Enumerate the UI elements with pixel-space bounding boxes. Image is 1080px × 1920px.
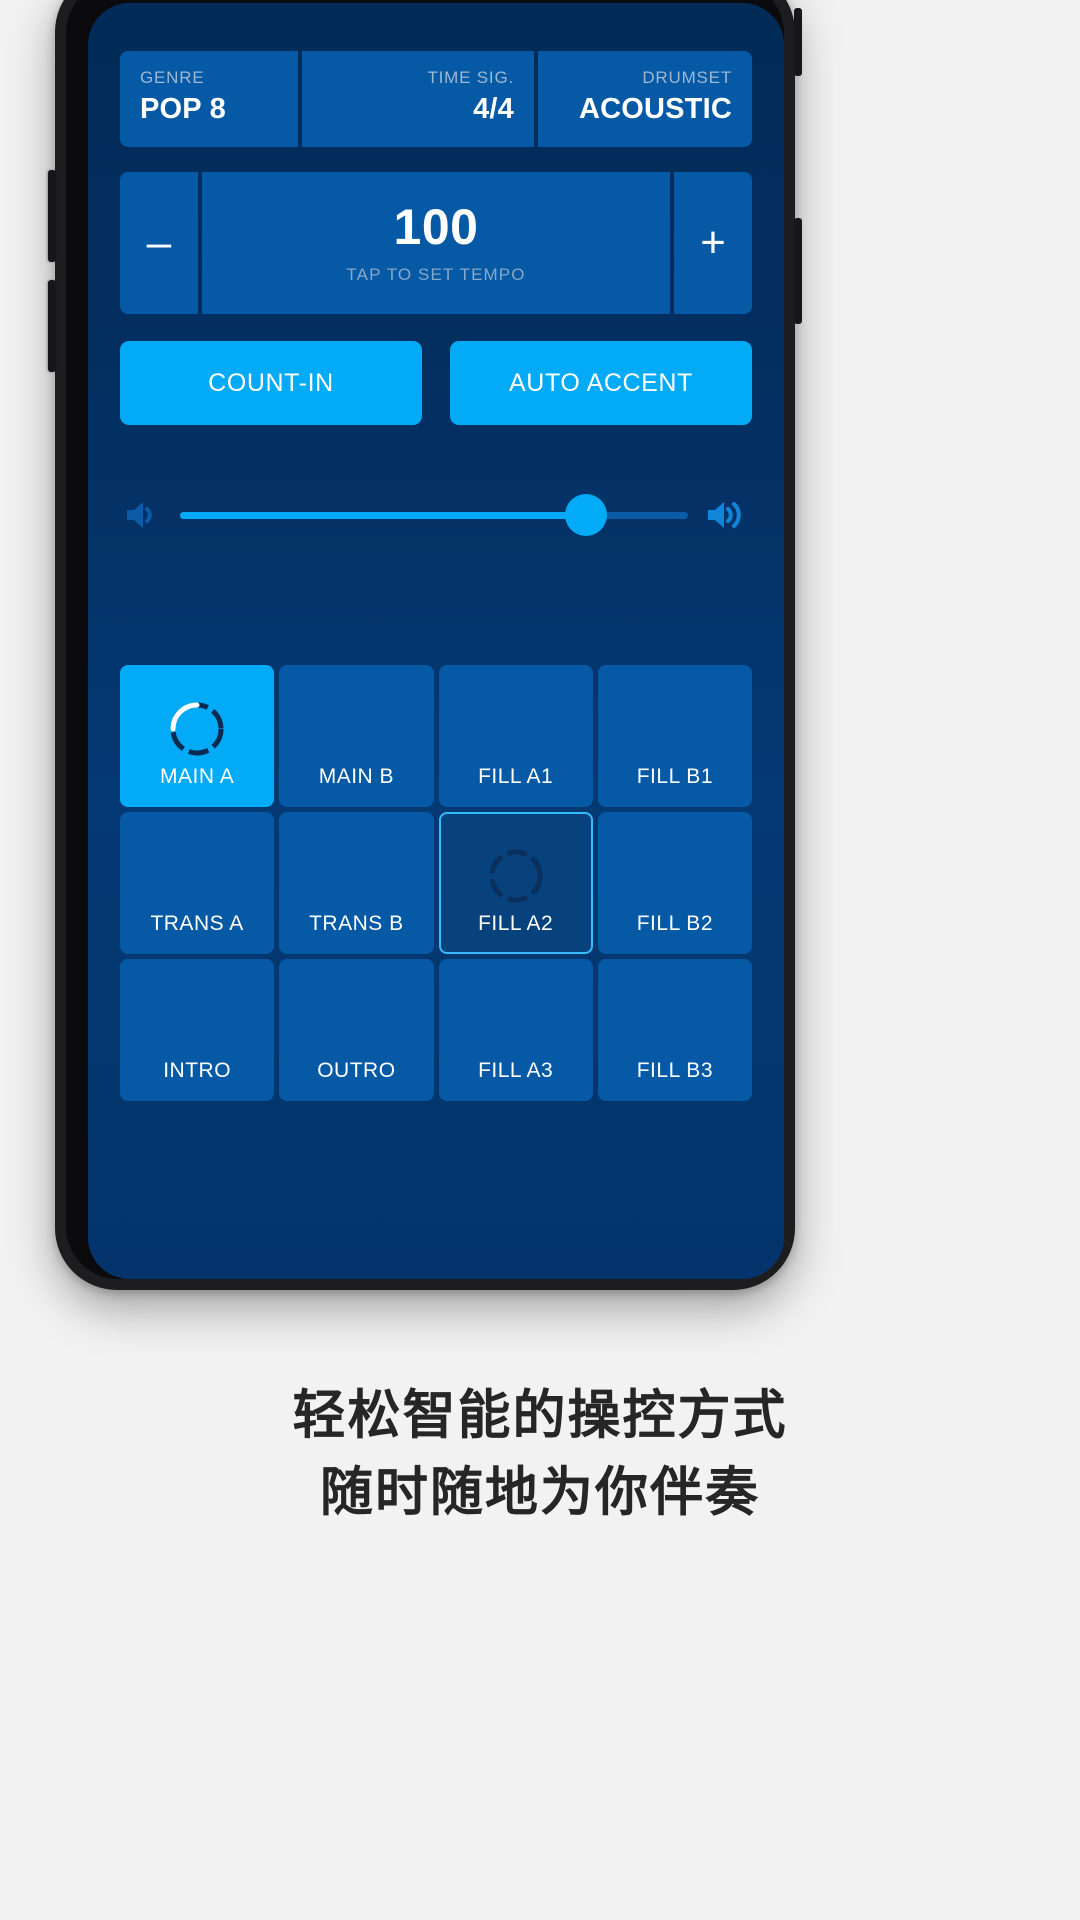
pad-fill-a2[interactable]: FILL A2 bbox=[438, 812, 593, 954]
auto-accent-button[interactable]: AUTO ACCENT bbox=[450, 341, 752, 425]
drumset-value: ACOUSTIC bbox=[578, 93, 732, 126]
count-in-button[interactable]: COUNT-IN bbox=[120, 341, 422, 425]
pad-label: FILL A1 bbox=[478, 765, 554, 788]
genre-value: POP 8 bbox=[140, 93, 226, 126]
pad-trans-a[interactable]: TRANS A bbox=[120, 812, 275, 954]
pad-trans-b[interactable]: TRANS B bbox=[279, 812, 434, 954]
loop-progress-icon bbox=[170, 702, 224, 756]
pad-label: FILL B2 bbox=[636, 912, 713, 935]
tempo-value: 100 bbox=[393, 198, 479, 255]
speaker-high-icon[interactable] bbox=[706, 497, 748, 533]
pad-fill-a3[interactable]: FILL A3 bbox=[438, 959, 593, 1101]
volume-slider-thumb[interactable] bbox=[565, 494, 608, 536]
phone-side-button[interactable] bbox=[794, 218, 802, 324]
pad-label: MAIN B bbox=[318, 765, 395, 788]
genre-label: GENRE bbox=[140, 67, 205, 87]
pad-label: TRANS A bbox=[150, 912, 244, 935]
pattern-pad-grid: MAIN A MAIN B FILL A1 FILL B1 TRANS A TRANS B… bbox=[120, 665, 752, 1101]
time-signature-label: TIME SIG. bbox=[427, 67, 514, 87]
caption-line-1: 轻松智能的操控方式 bbox=[292, 1385, 788, 1446]
genre-selector[interactable]: GENRE POP 8 bbox=[120, 51, 298, 147]
phone-volume-up-button[interactable] bbox=[48, 170, 56, 262]
pad-fill-b1[interactable]: FILL B1 bbox=[597, 665, 752, 807]
caption-line-2: 随时随地为你伴奏 bbox=[320, 1461, 760, 1523]
phone-volume-down-button[interactable] bbox=[48, 280, 56, 372]
pad-fill-b2[interactable]: FILL B2 bbox=[597, 812, 752, 954]
pad-fill-b3[interactable]: FILL B3 bbox=[597, 959, 752, 1101]
pad-label: FILL A3 bbox=[478, 1059, 554, 1082]
drumset-label: DRUMSET bbox=[642, 67, 732, 87]
phone-screen: GENRE POP 8 TIME SIG. 4/4 DRUMSET ACOUST… bbox=[88, 3, 784, 1279]
tempo-control: – 100 TAP TO SET TEMPO + bbox=[120, 172, 752, 314]
time-signature-selector[interactable]: TIME SIG. 4/4 bbox=[302, 51, 534, 147]
drum-machine-app: GENRE POP 8 TIME SIG. 4/4 DRUMSET ACOUST… bbox=[88, 3, 784, 1279]
speaker-low-icon[interactable] bbox=[124, 498, 162, 532]
volume-control bbox=[120, 487, 752, 543]
volume-slider[interactable] bbox=[180, 494, 688, 536]
tap-tempo-button[interactable]: 100 TAP TO SET TEMPO bbox=[202, 172, 670, 314]
loop-progress-icon bbox=[489, 849, 543, 903]
time-signature-value: 4/4 bbox=[473, 93, 514, 126]
phone-bezel: GENRE POP 8 TIME SIG. 4/4 DRUMSET ACOUST… bbox=[66, 0, 784, 1279]
pad-outro[interactable]: OUTRO bbox=[279, 959, 434, 1101]
pad-fill-a1[interactable]: FILL A1 bbox=[438, 665, 593, 807]
tempo-decrease-button[interactable]: – bbox=[120, 172, 198, 314]
pad-label: INTRO bbox=[163, 1059, 232, 1082]
pad-label: FILL B3 bbox=[636, 1059, 713, 1082]
tempo-increase-button[interactable]: + bbox=[674, 172, 752, 314]
promo-caption: 轻松智能的操控方式 随时随地为你伴奏 bbox=[0, 1378, 1080, 1532]
pad-label: OUTRO bbox=[317, 1059, 396, 1082]
pad-label: TRANS B bbox=[309, 912, 404, 935]
volume-slider-fill bbox=[180, 511, 587, 519]
info-bar: GENRE POP 8 TIME SIG. 4/4 DRUMSET ACOUST… bbox=[120, 3, 752, 147]
drumset-selector[interactable]: DRUMSET ACOUSTIC bbox=[538, 51, 752, 147]
pad-label: MAIN A bbox=[160, 765, 235, 788]
pad-intro[interactable]: INTRO bbox=[120, 959, 275, 1101]
pad-label: FILL A2 bbox=[478, 912, 554, 935]
tap-tempo-hint: TAP TO SET TEMPO bbox=[346, 264, 526, 284]
phone-power-button[interactable] bbox=[794, 8, 802, 76]
phone-device-frame: GENRE POP 8 TIME SIG. 4/4 DRUMSET ACOUST… bbox=[48, 0, 802, 1290]
pad-label: FILL B1 bbox=[636, 765, 713, 788]
pad-main-a[interactable]: MAIN A bbox=[120, 665, 275, 807]
pad-main-b[interactable]: MAIN B bbox=[279, 665, 434, 807]
toggle-row: COUNT-IN AUTO ACCENT bbox=[120, 341, 752, 425]
